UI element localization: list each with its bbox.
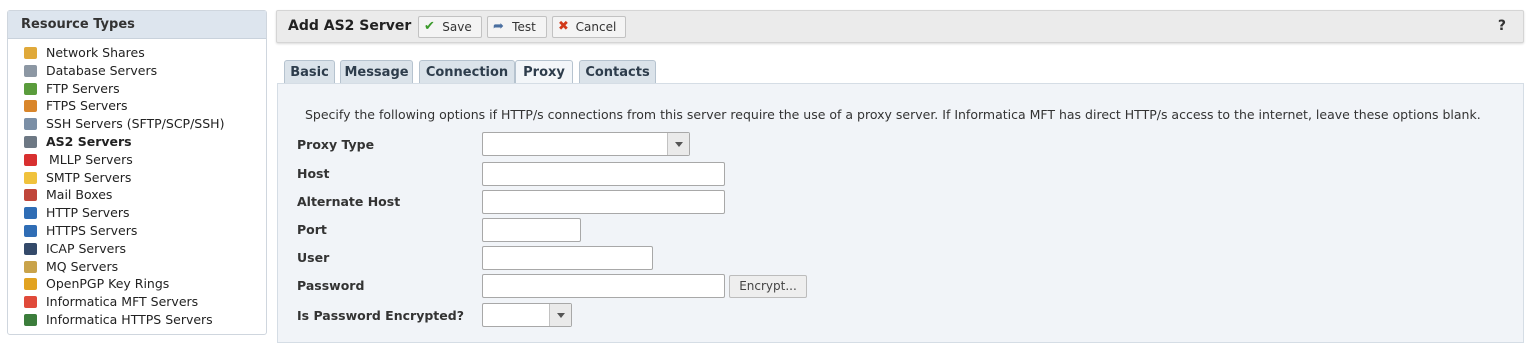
- tab-contacts[interactable]: Contacts: [579, 60, 656, 84]
- test-button[interactable]: ➦ Test: [487, 16, 547, 38]
- close-icon: ✖: [558, 19, 569, 34]
- https-monitor-icon: [24, 224, 37, 237]
- is-password-encrypted-select[interactable]: [482, 303, 572, 327]
- page-title: Add AS2 Server: [288, 18, 412, 34]
- sidebar-item-label: HTTPS Servers: [46, 222, 138, 238]
- database-icon: [24, 64, 37, 77]
- proxy-type-select[interactable]: [482, 132, 690, 156]
- envelope-icon: [24, 171, 37, 184]
- sidebar-item-label: Informatica HTTPS Servers: [46, 311, 213, 327]
- port-input[interactable]: [482, 218, 581, 242]
- resource-types-panel: Resource Types Network Shares Database Se…: [7, 10, 267, 335]
- sidebar-item-label: MQ Servers: [46, 258, 119, 274]
- tab-message[interactable]: Message: [340, 60, 413, 84]
- sidebar-item-label: Network Shares: [46, 45, 145, 60]
- chevron-down-icon[interactable]: [667, 133, 689, 155]
- tab-connection[interactable]: Connection: [419, 60, 515, 84]
- sidebar-item-dots[interactable]: Informatica MFT Servers: [8, 293, 266, 311]
- sidebar-item-mllp-server[interactable]: MLLP Servers: [8, 151, 266, 169]
- sidebar-item-as2-server[interactable]: AS2 Servers: [8, 133, 266, 151]
- is-password-encrypted-label: Is Password Encrypted?: [297, 308, 464, 323]
- ftps-server-icon: [24, 100, 37, 113]
- http-monitor-icon: [24, 207, 37, 220]
- user-input[interactable]: [482, 246, 653, 270]
- sidebar-item-monitor[interactable]: Informatica HTTPS Servers: [8, 311, 266, 329]
- cancel-button[interactable]: ✖ Cancel: [552, 16, 626, 38]
- sidebar-item-mailbox[interactable]: Mail Boxes: [8, 186, 266, 204]
- save-button[interactable]: ✔ Save: [418, 16, 482, 38]
- sidebar-item-ssh-server[interactable]: SSH Servers (SFTP/SCP/SSH): [8, 115, 266, 133]
- mq-server-icon: [24, 260, 37, 273]
- sidebar-item-label: ICAP Servers: [46, 240, 126, 256]
- sidebar-item-database[interactable]: Database Servers: [8, 62, 266, 80]
- lock-icon: [24, 278, 37, 291]
- alternate-host-input[interactable]: [482, 190, 725, 214]
- password-input[interactable]: [482, 274, 725, 298]
- test-connection-icon: ➦: [493, 19, 504, 34]
- toolbar: Add AS2 Server ✔ Save ➦ Test ✖ Cancel ?: [276, 10, 1524, 43]
- user-label: User: [297, 250, 330, 265]
- sidebar-item-label: MLLP Servers: [49, 151, 133, 167]
- sidebar-item-label: FTP Servers: [46, 80, 120, 96]
- monitor-icon: [24, 313, 37, 326]
- mailbox-icon: [24, 189, 37, 202]
- help-icon[interactable]: ?: [1498, 18, 1506, 34]
- folder-icon: [24, 47, 37, 59]
- proxy-description: Specify the following options if HTTP/s …: [305, 107, 1481, 122]
- mllp-server-icon: [24, 153, 37, 166]
- sidebar-item-label: FTPS Servers: [46, 98, 128, 114]
- ssh-server-icon: [24, 118, 37, 131]
- host-label: Host: [297, 166, 330, 181]
- sidebar-item-ftp-server[interactable]: FTP Servers: [8, 80, 266, 98]
- sidebar-item-mq-server[interactable]: MQ Servers: [8, 258, 266, 276]
- checkmark-icon: ✔: [424, 19, 435, 34]
- ftp-server-icon: [24, 82, 37, 95]
- shield-icon: [24, 242, 37, 255]
- resource-types-list: Network Shares Database Servers FTP Server…: [8, 39, 266, 329]
- sidebar-item-label: OpenPGP Key Rings: [46, 276, 170, 292]
- sidebar-item-shield[interactable]: ICAP Servers: [8, 240, 266, 258]
- sidebar-item-https-monitor[interactable]: HTTPS Servers: [8, 222, 266, 240]
- as2-server-icon: [24, 135, 37, 148]
- sidebar-item-label: AS2 Servers: [46, 133, 132, 149]
- alternate-host-label: Alternate Host: [297, 194, 401, 209]
- proxy-panel: Specify the following options if HTTP/s …: [277, 83, 1524, 343]
- tab-proxy[interactable]: Proxy: [515, 60, 573, 85]
- cancel-button-label: Cancel: [575, 20, 617, 34]
- host-input[interactable]: [482, 162, 725, 186]
- save-button-label: Save: [442, 20, 472, 34]
- sidebar-item-envelope[interactable]: SMTP Servers: [8, 169, 266, 187]
- sidebar-item-lock[interactable]: OpenPGP Key Rings: [8, 275, 266, 293]
- sidebar-item-label: Informatica MFT Servers: [46, 294, 199, 310]
- sidebar-item-http-monitor[interactable]: HTTP Servers: [8, 204, 266, 222]
- password-label: Password: [297, 278, 365, 293]
- port-label: Port: [297, 222, 327, 237]
- test-button-label: Test: [512, 20, 536, 34]
- sidebar-item-ftps-server[interactable]: FTPS Servers: [8, 97, 266, 115]
- sidebar-item-label: Database Servers: [46, 62, 158, 78]
- sidebar-item-label: HTTP Servers: [46, 205, 130, 221]
- dots-icon: [24, 296, 37, 309]
- proxy-type-label: Proxy Type: [297, 137, 375, 152]
- chevron-down-icon[interactable]: [549, 304, 571, 326]
- sidebar-item-label: Mail Boxes: [46, 187, 113, 203]
- sidebar-item-folder[interactable]: Network Shares: [8, 44, 266, 62]
- sidebar-item-label: SMTP Servers: [46, 169, 132, 185]
- encrypt-button[interactable]: Encrypt...: [729, 275, 807, 298]
- tab-basic[interactable]: Basic: [284, 60, 335, 84]
- sidebar-item-label: SSH Servers (SFTP/SCP/SSH): [46, 116, 225, 132]
- resource-types-title: Resource Types: [8, 11, 266, 39]
